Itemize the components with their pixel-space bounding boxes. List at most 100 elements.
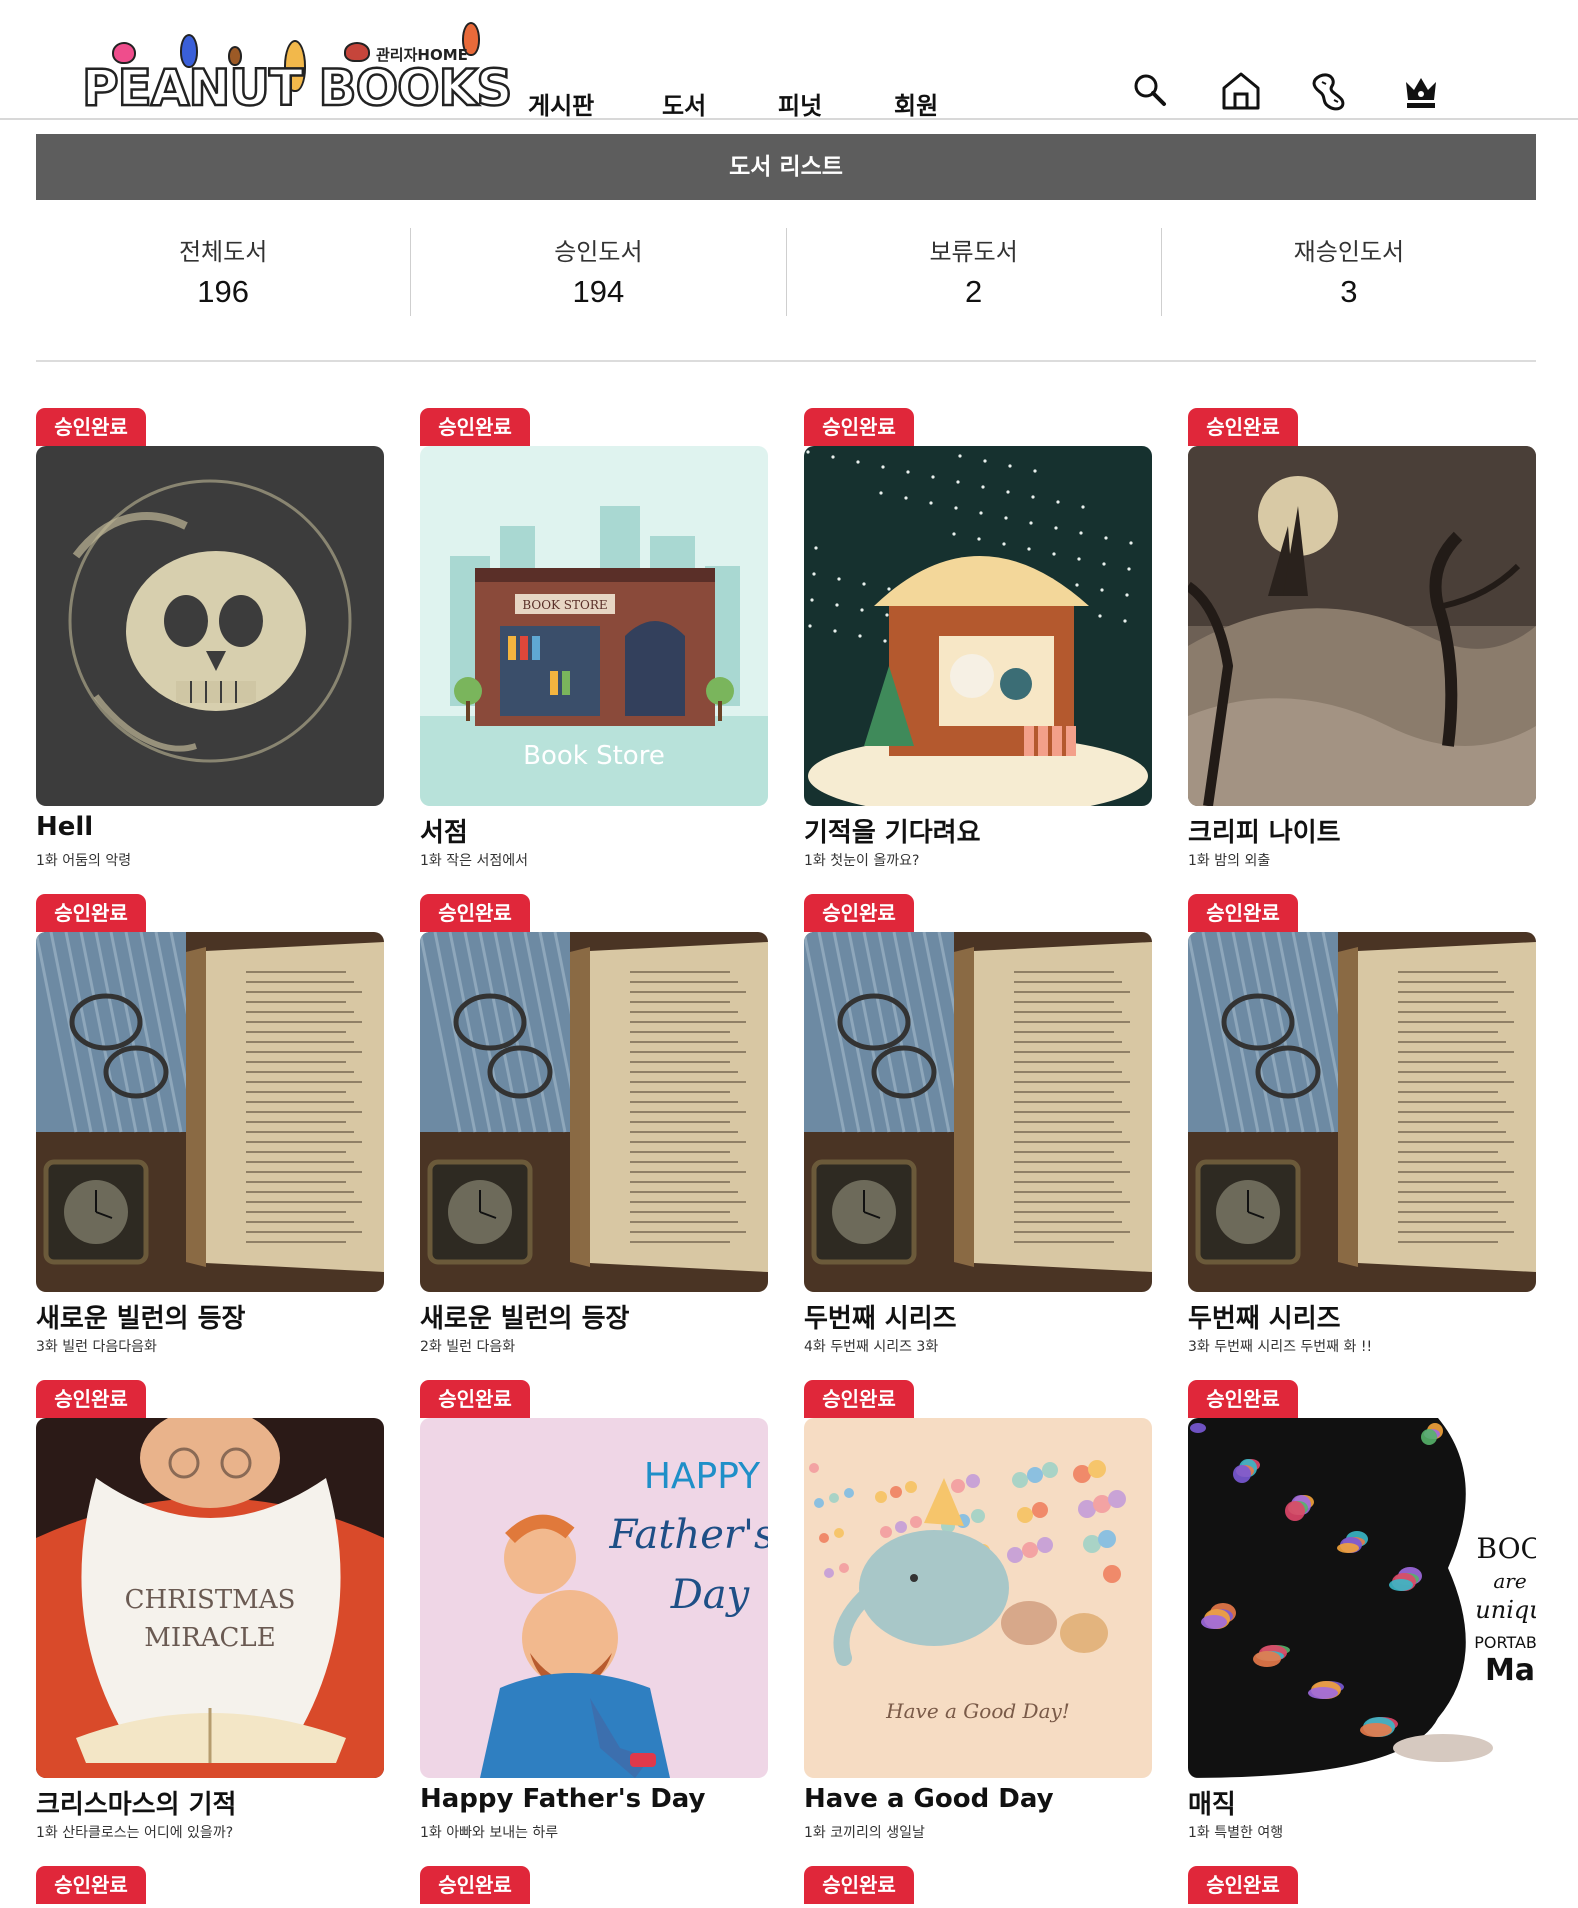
book-title[interactable]: 서점 [420,812,780,849]
svg-text:CHRISTMAS: CHRISTMAS [125,1585,296,1615]
page-title: 도서 리스트 [36,134,1536,200]
admin-home-link[interactable]: 관리자HOME [376,44,468,65]
svg-text:Have a Good Day!: Have a Good Day! [885,1699,1070,1723]
book-title[interactable]: 새로운 빌런의 등장 [36,1298,396,1335]
svg-text:uniqu: uniqu [1475,1596,1536,1624]
book-cover-image[interactable]: BOOK STORE Book Store [420,446,768,806]
approval-status-badge: 승인완료 [804,894,914,932]
book-card[interactable]: 승인완료BOOareuniquPORTABLMa매직1화 특별한 여행 [1188,1380,1536,1841]
book-card[interactable]: 승인완료 [1188,1866,1536,1908]
book-title[interactable]: Hell [36,812,396,842]
book-title[interactable]: 기적을 기다려요 [804,812,1164,849]
logo-text: PEANUT BOOKS [81,59,514,117]
book-card[interactable]: 승인완료 새로운 빌런의 등장 2화 빌런 다음화 [420,894,768,1355]
svg-text:PORTABL: PORTABL [1474,1633,1536,1652]
book-episode-subtitle: 1화 아빠와 보내는 하루 [420,1825,559,1841]
book-card[interactable]: 승인완료 BOOK STORE Book Store 서점 1화 작은 서점에서 [420,408,768,869]
nav-books[interactable]: 도서 [662,86,706,121]
svg-text:MIRACLE: MIRACLE [144,1623,275,1653]
approval-status-badge: 승인완료 [36,408,146,446]
book-episode-subtitle: 1화 어둠의 악령 [36,853,132,869]
book-episode-subtitle: 1화 작은 서점에서 [420,853,528,869]
book-cover-image[interactable] [804,446,1152,806]
stat-label: 재승인도서 [1293,238,1405,266]
book-card[interactable]: 승인완료 HAPPY Father's Day Happy Father's Day 1화… [420,1380,768,1841]
approval-status-badge: 승인완료 [420,1380,530,1418]
book-episode-subtitle: 1화 코끼리의 생일날 [804,1825,925,1841]
section-divider [36,360,1536,362]
peanut-icon[interactable] [1308,68,1354,114]
book-episode-subtitle: 2화 빌런 다음화 [420,1339,516,1355]
approval-status-badge: 승인완료 [1188,1866,1298,1904]
book-title[interactable]: Happy Father's Day [420,1784,780,1814]
approval-status-badge: 승인완료 [1188,894,1298,932]
book-cover-image[interactable]: HAPPY Father's Day [420,1418,768,1778]
book-title[interactable]: 크리스마스의 기적 [36,1784,396,1821]
nav-board[interactable]: 게시판 [528,86,594,121]
book-title[interactable]: 크리피 나이트 [1188,812,1548,849]
book-card[interactable]: 승인완료 CHRISTMAS MIRACLE 크리스마스의 기적 1화 산타클로스는 어… [36,1380,384,1841]
book-cover-image[interactable] [36,932,384,1292]
book-title[interactable]: 두번째 시리즈 [804,1298,1164,1335]
nav-members[interactable]: 회원 [894,86,938,121]
book-cover-image[interactable] [1188,932,1536,1292]
home-icon[interactable] [1218,68,1264,114]
nav-peanut[interactable]: 피넛 [778,86,822,121]
book-title[interactable]: Have a Good Day [804,1784,1164,1814]
approval-status-badge: 승인완료 [36,1866,146,1904]
approval-status-badge: 승인완료 [804,408,914,446]
svg-text:BOO: BOO [1476,1532,1536,1565]
approval-status-badge: 승인완료 [420,1866,530,1904]
approval-status-badge: 승인완료 [804,1866,914,1904]
crown-icon[interactable] [1398,68,1444,114]
book-cover-image[interactable] [420,932,768,1292]
book-cover-image[interactable] [1188,446,1536,806]
book-cover-image[interactable] [804,932,1152,1292]
stat-pending[interactable]: 보류도서 2 [787,228,1162,316]
book-title[interactable]: 매직 [1188,1784,1548,1821]
stat-value: 2 [965,274,983,309]
book-cover-image[interactable]: CHRISTMAS MIRACLE [36,1418,384,1778]
peanut-books-logo[interactable]: PEANUT BOOKS 관리자HOME [81,20,514,115]
book-card[interactable]: 승인완료 크리피 나이트 1화 밤의 외출 [1188,408,1536,869]
book-episode-subtitle: 1화 산타클로스는 어디에 있을까? [36,1825,234,1841]
approval-status-badge: 승인완료 [36,1380,146,1418]
book-cover-image[interactable]: BOO are uniqu PORTABLMa [1188,1418,1536,1778]
book-stats: 전체도서 196 승인도서 194 보류도서 2 재승인도서 3 [36,228,1536,316]
stat-approved[interactable]: 승인도서 194 [411,228,787,316]
book-cover-image[interactable] [36,446,384,806]
svg-text:Ma: Ma [1485,1653,1535,1688]
approval-status-badge: 승인완료 [420,894,530,932]
approval-status-badge: 승인완료 [1188,408,1298,446]
book-title[interactable]: 새로운 빌런의 등장 [420,1298,780,1335]
book-cover-image[interactable]: Have a Good Day! [804,1418,1152,1778]
book-card[interactable]: 승인완료 [420,1866,768,1908]
svg-text:Day: Day [670,1572,751,1618]
stat-label: 전체도서 [178,238,268,266]
book-episode-subtitle: 1화 밤의 외출 [1188,853,1271,869]
svg-text:are: are [1493,1569,1526,1593]
approval-status-badge: 승인완료 [36,894,146,932]
svg-text:Father's: Father's [608,1512,768,1558]
book-card[interactable]: 승인완료 두번째 시리즈 3화 두번째 시리즈 두번째 화 !! [1188,894,1536,1355]
book-card[interactable]: 승인완료 [804,1866,1152,1908]
book-card[interactable]: 승인완료 두번째 시리즈 4화 두번째 시리즈 3화 [804,894,1152,1355]
svg-text:BOOK STORE: BOOK STORE [522,598,607,612]
stat-reapproved[interactable]: 재승인도서 3 [1162,228,1536,316]
approval-status-badge: 승인완료 [804,1380,914,1418]
book-card[interactable]: 승인완료 기적을 기다려요 1화 첫눈이 올까요? [804,408,1152,869]
book-title[interactable]: 두번째 시리즈 [1188,1298,1548,1335]
search-icon[interactable] [1128,68,1174,114]
book-card[interactable]: 승인완료 Hell 1화 어둠의 악령 [36,408,384,869]
book-episode-subtitle: 1화 첫눈이 올까요? [804,853,920,869]
stat-value: 194 [572,274,625,309]
stat-value: 196 [197,274,249,309]
book-card[interactable]: 승인완료 [36,1866,384,1908]
stat-total[interactable]: 전체도서 196 [36,228,412,316]
svg-text:Book Store: Book Store [523,741,665,771]
stat-label: 보류도서 [929,238,1018,266]
book-card[interactable]: 승인완료 Have a Good Day! Have a Good Day 1화 코끼… [804,1380,1152,1841]
stat-value: 3 [1340,274,1358,309]
book-episode-subtitle: 3화 빌런 다음다음화 [36,1339,157,1355]
book-card[interactable]: 승인완료 새로운 빌런의 등장 3화 빌런 다음다음화 [36,894,384,1355]
